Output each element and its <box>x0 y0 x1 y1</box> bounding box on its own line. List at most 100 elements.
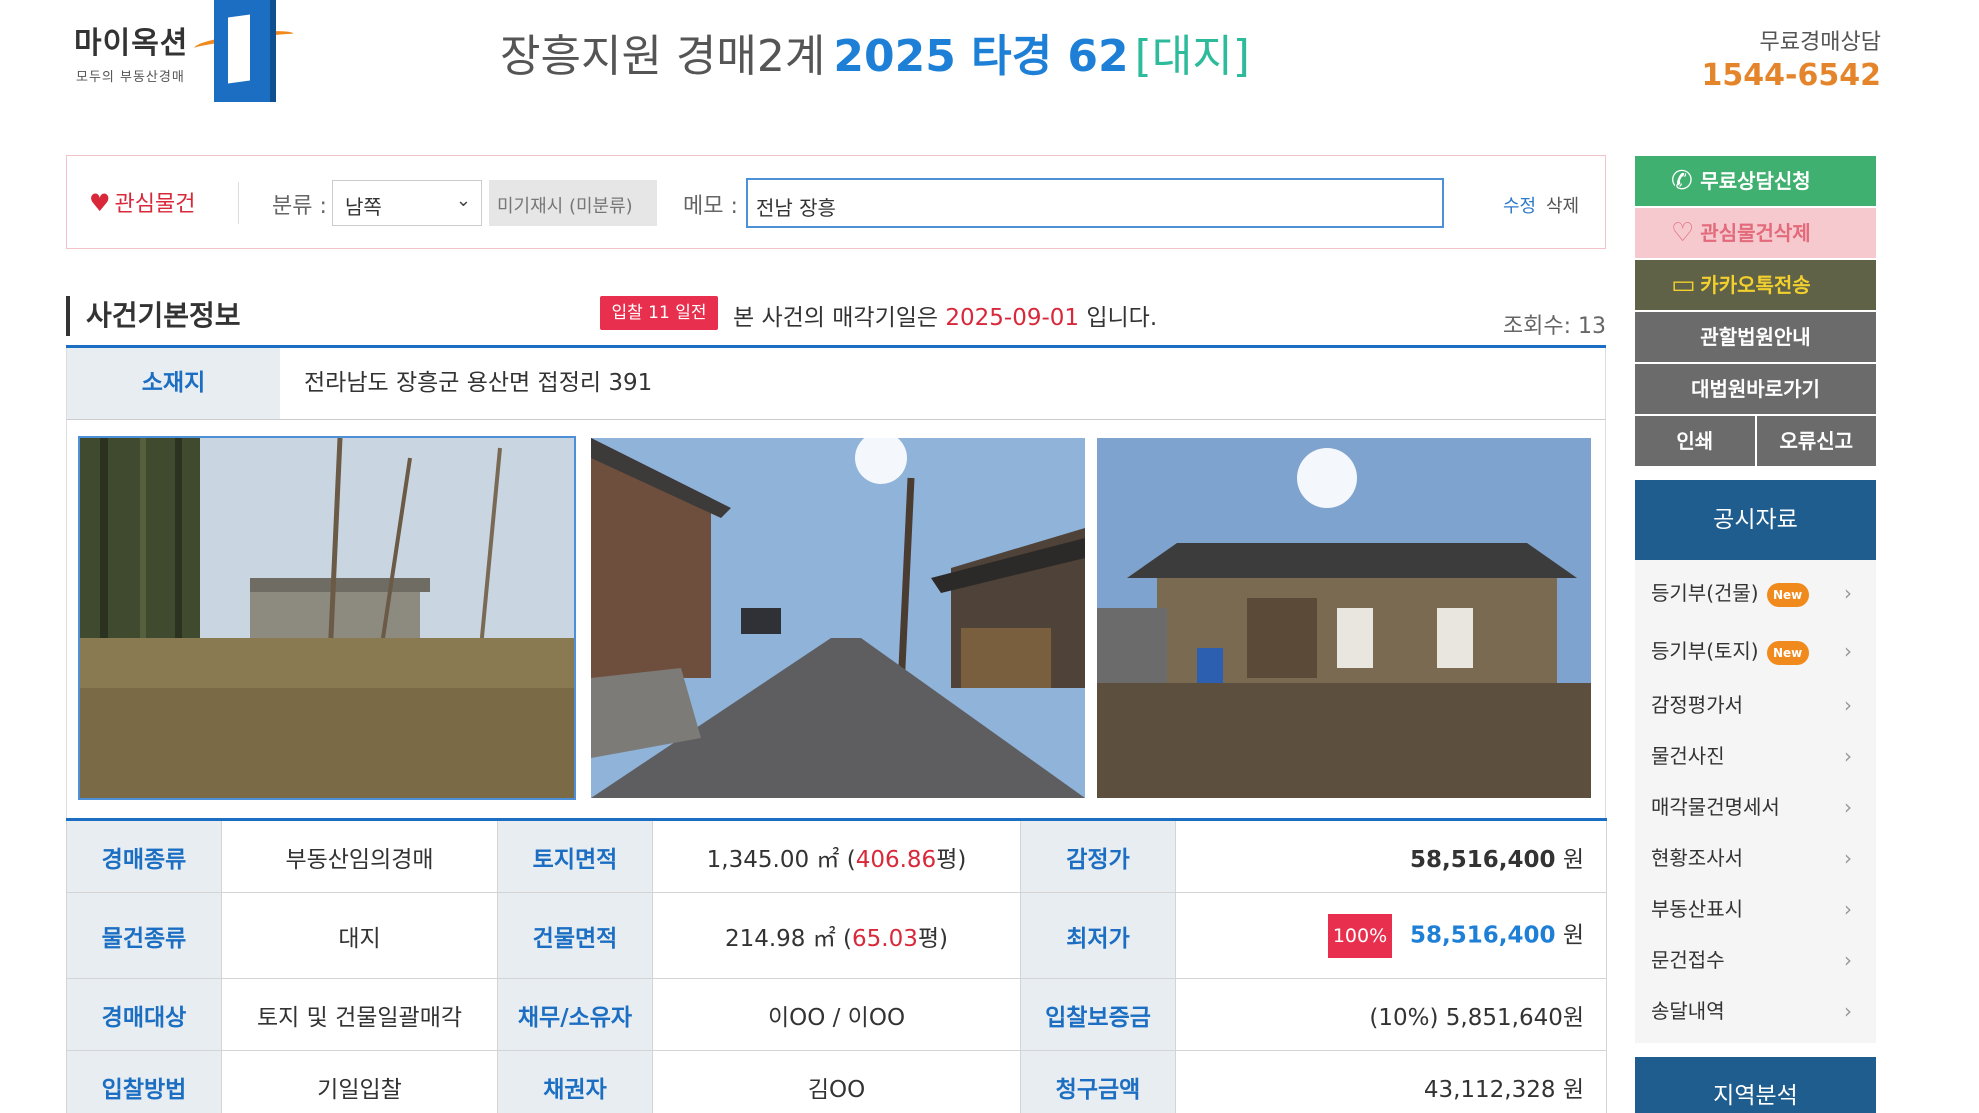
location-label: 소재지 <box>67 348 280 419</box>
public-docs-header: 공시자료 <box>1635 480 1876 560</box>
building-area-m2: 214.98 ㎡ ( <box>724 925 853 952</box>
table-row: 경매종류 부동산임의경매 토지면적 1,345.00 ㎡ (406.86평) 감… <box>66 819 1607 893</box>
doc-status-report[interactable]: 현황조사서 › <box>1635 833 1876 884</box>
interest-delete-label: 관심물건삭제 <box>1700 221 1811 245</box>
building-area-label: 건물면적 <box>497 892 653 979</box>
heart-icon: ♥ <box>89 189 111 217</box>
kakao-send-button[interactable]: ▭ 카카오톡전송 <box>1635 260 1876 310</box>
chevron-right-icon: › <box>1844 693 1852 717</box>
error-report-button[interactable]: 오류신고 <box>1756 416 1876 466</box>
deposit-label: 입찰보증금 <box>1020 978 1176 1051</box>
doc-label: 문건접수 <box>1651 948 1725 972</box>
chevron-right-icon: › <box>1844 846 1852 870</box>
print-button[interactable]: 인쇄 <box>1635 416 1757 466</box>
new-badge: New <box>1766 582 1809 607</box>
auction-type-value: 부동산임의경매 <box>221 819 498 893</box>
chevron-right-icon: › <box>1844 948 1852 972</box>
sidebar: ✆ 무료상담신청 ♡ 관심물건삭제 ▭ 카카오톡전송 관할법원안내 대법원바로가기 인… <box>1635 156 1876 1113</box>
land-area-label: 토지면적 <box>497 819 653 893</box>
consult-phone[interactable]: 1544-6542 <box>1702 58 1881 93</box>
doc-appraisal[interactable]: 감정평가서 › <box>1635 680 1876 731</box>
doc-filings[interactable]: 문건접수 › <box>1635 935 1876 986</box>
memo-input[interactable]: 전남 장흥 <box>746 178 1444 228</box>
chevron-right-icon: › <box>1844 897 1852 921</box>
location-row: 소재지 전라남도 장흥군 용산면 접정리 391 <box>66 348 1606 420</box>
location-value: 전라남도 장흥군 용산면 접정리 391 <box>304 370 653 396</box>
property-photo-1[interactable] <box>78 436 576 800</box>
auction-type-label: 경매종류 <box>66 819 222 893</box>
print-error-row: 인쇄 오류신고 <box>1635 416 1876 466</box>
consult-label: 무료경매상담 <box>1759 30 1881 55</box>
table-row: 물건종류 대지 건물면적 214.98 ㎡ (65.03평) 최저가 100% 5… <box>66 892 1607 979</box>
consult-contact: 무료경매상담 1544-6542 <box>1702 24 1881 93</box>
bid-method-value: 기일입찰 <box>221 1050 498 1113</box>
doc-building-registry[interactable]: 등기부(건물) New › <box>1635 564 1876 622</box>
supreme-court-button[interactable]: 대법원바로가기 <box>1635 364 1876 414</box>
doc-label: 물건사진 <box>1651 744 1725 768</box>
doc-land-registry[interactable]: 등기부(토지) New › <box>1635 622 1876 680</box>
case-number: 2025 타경 62 <box>833 31 1129 82</box>
debtor-owner-label: 채무/소유자 <box>497 978 653 1051</box>
free-consult-label: 무료상담신청 <box>1700 169 1811 193</box>
doc-property-display[interactable]: 부동산표시 › <box>1635 884 1876 935</box>
won-unit: 원 <box>1562 1076 1584 1103</box>
auction-target-value: 토지 및 건물일괄매각 <box>221 978 498 1051</box>
interest-bar: ♥ 관심물건 분류 : 남쪽 ⌄ 미기재시 (미분류) 메모 : 전남 장흥 수정… <box>66 155 1606 249</box>
interest-delete-button[interactable]: ♡ 관심물건삭제 <box>1635 208 1876 258</box>
case-info-table: 경매종류 부동산임의경매 토지면적 1,345.00 ㎡ (406.86평) 감… <box>66 818 1607 1113</box>
view-count: 조회수: 13 <box>1502 314 1606 339</box>
interest-label-text: 관심물건 <box>114 192 196 217</box>
won-unit: 원 <box>1562 922 1584 948</box>
doc-delivery[interactable]: 송달내역 › <box>1635 986 1876 1037</box>
property-type-label: 물건종류 <box>66 892 222 979</box>
debtor-owner-value: 이OO / 이OO <box>652 978 1021 1051</box>
notice-prefix: 본 사건의 매각기일은 <box>733 305 939 331</box>
deposit-value: (10%) 5,851,640원 <box>1175 978 1607 1051</box>
property-photo-2[interactable] <box>591 438 1085 798</box>
memo-label: 메모 : <box>683 194 738 219</box>
doc-label: 등기부(토지) <box>1651 639 1759 663</box>
photo-gallery <box>66 420 1606 818</box>
land-area-value: 1,345.00 ㎡ (406.86평) <box>652 819 1021 893</box>
claim-amount-cell: 43,112,328 원 <box>1175 1050 1607 1113</box>
doc-photos[interactable]: 물건사진 › <box>1635 731 1876 782</box>
unclassified-field[interactable]: 미기재시 (미분류) <box>489 180 657 226</box>
auction-target-label: 경매대상 <box>66 978 222 1051</box>
page-title: 장흥지원 경매2계 2025 타경 62 [대지] <box>0 20 1750 84</box>
edit-memo-link[interactable]: 수정 <box>1503 192 1536 218</box>
doc-label: 송달내역 <box>1651 999 1725 1023</box>
court-name: 장흥지원 경매2계 <box>500 31 826 82</box>
appraisal-cell: 58,516,400 원 <box>1175 819 1607 893</box>
sale-date: 2025-09-01 <box>945 305 1080 331</box>
doc-sale-spec[interactable]: 매각물건명세서 › <box>1635 782 1876 833</box>
new-badge: New <box>1766 640 1809 665</box>
min-price-percent-badge: 100% <box>1328 913 1392 958</box>
property-type-value: 대지 <box>221 892 498 979</box>
property-type-tag: [대지] <box>1134 31 1250 82</box>
bid-countdown-badge: 입찰 11 일전 <box>600 296 718 330</box>
chevron-down-icon: ⌄ <box>455 190 471 211</box>
section-title: 사건기본정보 <box>66 296 241 336</box>
chevron-right-icon: › <box>1844 795 1852 819</box>
case-info-header: 사건기본정보 입찰 11 일전 본 사건의 매각기일은 2025-09-01 입… <box>66 292 1606 348</box>
land-area-m2: 1,345.00 ㎡ ( <box>706 846 856 873</box>
chevron-right-icon: › <box>1844 581 1852 605</box>
claim-amount-label: 청구금액 <box>1020 1050 1176 1113</box>
interest-label: ♥ 관심물건 <box>89 186 195 218</box>
table-row: 입찰방법 기일입찰 채권자 김OO 청구금액 43,112,328 원 <box>66 1050 1607 1113</box>
heart-outline-icon: ♡ <box>1671 218 1695 248</box>
free-consult-button[interactable]: ✆ 무료상담신청 <box>1635 156 1876 206</box>
region-analysis-header[interactable]: 지역분석 <box>1635 1057 1876 1113</box>
property-photo-3[interactable] <box>1097 438 1591 798</box>
min-price-cell: 100% 58,516,400 원 <box>1175 892 1607 979</box>
claim-amount-value: 43,112,328 <box>1423 1076 1556 1103</box>
court-info-button[interactable]: 관할법원안내 <box>1635 312 1876 362</box>
delete-memo-link[interactable]: 삭제 <box>1546 192 1579 218</box>
doc-label: 등기부(건물) <box>1651 581 1759 605</box>
land-area-unit: 평) <box>936 846 967 873</box>
chevron-right-icon: › <box>1844 639 1852 663</box>
category-label: 분류 : <box>272 194 327 219</box>
category-select[interactable]: 남쪽 ⌄ <box>332 180 482 226</box>
building-area-value: 214.98 ㎡ (65.03평) <box>652 892 1021 979</box>
doc-label: 부동산표시 <box>1651 897 1743 921</box>
